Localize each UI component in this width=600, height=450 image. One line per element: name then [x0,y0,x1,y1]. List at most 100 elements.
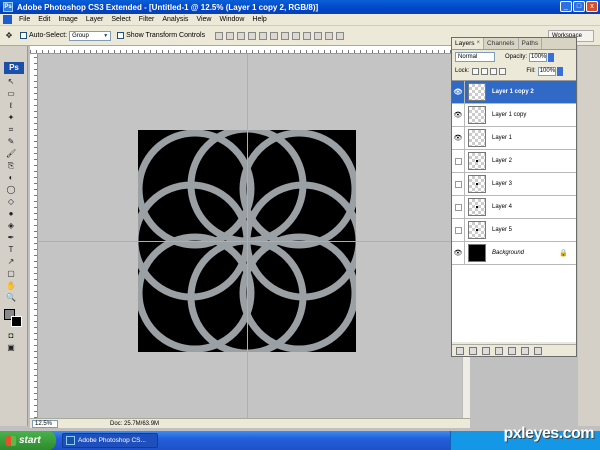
new-group-icon[interactable] [508,346,516,355]
new-layer-icon[interactable] [521,346,529,355]
menu-file[interactable]: File [15,16,34,23]
layer-thumbnail [468,198,486,216]
move-tool-icon[interactable]: ✥ [4,31,14,41]
clone-stamp-tool[interactable]: ⎘ [6,161,16,171]
distribute-hcenter-icon[interactable] [325,31,334,40]
menu-window[interactable]: Window [215,16,248,23]
layer-thumbnail [468,221,486,239]
menu-filter[interactable]: Filter [135,16,159,23]
lasso-tool[interactable]: ℓ [6,101,16,111]
move-tool[interactable]: ↖ [6,77,16,87]
vertical-guide[interactable] [247,54,248,418]
layer-row-layer-5[interactable]: Layer 5 [452,218,576,242]
layer-mask-icon[interactable] [482,346,490,355]
distribute-right-icon[interactable] [336,31,345,40]
maximize-button[interactable]: □ [573,1,585,12]
align-right-icon[interactable] [270,31,279,40]
gradient-tool[interactable]: ◇ [6,197,16,207]
opacity-slider-button[interactable] [548,52,555,62]
fill-input[interactable]: 100% [537,66,556,76]
layer-row-layer-1[interactable]: 👁 Layer 1 [452,126,576,150]
zoom-level-field[interactable]: 12.5% [32,419,58,428]
distribute-vcenter-icon[interactable] [292,31,301,40]
layer-row-layer-2[interactable]: Layer 2 [452,149,576,173]
close-icon[interactable]: × [477,38,481,49]
menu-analysis[interactable]: Analysis [158,16,192,23]
visibility-toggle[interactable] [452,149,465,173]
adjustment-layer-icon[interactable] [495,346,503,355]
eye-icon[interactable]: 👁 [452,241,465,265]
align-top-icon[interactable] [215,31,224,40]
brush-tool[interactable]: 🖌 [6,149,16,159]
canvas-area[interactable] [38,54,462,418]
trash-icon[interactable] [534,346,542,355]
menu-view[interactable]: View [192,16,215,23]
layer-row-background[interactable]: 👁 Background 🔒 [452,241,576,265]
type-tool[interactable]: T [6,245,16,255]
eyedropper-tool[interactable]: ✎ [6,137,16,147]
menu-layer[interactable]: Layer [82,16,108,23]
screen-mode-icon[interactable]: ▣ [6,343,16,353]
eye-icon[interactable]: 👁 [452,80,465,104]
tab-paths[interactable]: Paths [519,38,543,49]
opacity-input[interactable]: 100% [529,52,548,62]
visibility-toggle[interactable] [452,195,465,219]
menu-help[interactable]: Help [248,16,270,23]
minimize-button[interactable]: _ [560,1,572,12]
photoshop-task-icon [66,436,75,445]
lock-position-icon[interactable] [490,67,498,75]
layer-row-layer-1-copy-2[interactable]: 👁 Layer 1 copy 2 [452,80,576,104]
crop-tool[interactable]: ⌗ [6,125,16,135]
lock-transparency-icon[interactable] [472,67,480,75]
eraser-tool[interactable]: ◯ [6,185,16,195]
close-button[interactable]: x [586,1,598,12]
document-size-info[interactable]: Doc: 25.7M/63.9M [110,421,159,427]
align-hcenter-icon[interactable] [259,31,268,40]
tab-layers[interactable]: Layers × [452,38,485,49]
tab-channels[interactable]: Channels [484,38,519,49]
visibility-toggle[interactable] [452,172,465,196]
menu-image[interactable]: Image [54,16,81,23]
shape-tool[interactable]: ▢ [6,269,16,279]
tab-paths-label: Paths [521,40,539,47]
layer-row-layer-4[interactable]: Layer 4 [452,195,576,219]
pen-tool[interactable]: ✒ [6,233,16,243]
dodge-tool[interactable]: ◈ [6,221,16,231]
history-brush-tool[interactable]: ◐ [6,173,16,183]
lock-pixels-icon[interactable] [481,67,489,75]
quick-mask-icon[interactable]: ◘ [6,331,16,341]
zoom-tool[interactable]: 🔍 [6,293,16,303]
link-layers-icon[interactable] [456,346,464,355]
layer-row-layer-3[interactable]: Layer 3 [452,172,576,196]
background-color-swatch[interactable] [11,316,22,327]
eye-icon[interactable]: 👁 [452,126,465,150]
lock-all-icon[interactable] [499,67,507,75]
blend-mode-dropdown[interactable]: Normal [455,52,495,62]
distribute-bottom-icon[interactable] [303,31,312,40]
align-vcenter-icon[interactable] [226,31,235,40]
hand-tool[interactable]: ✋ [6,281,16,291]
magic-wand-tool[interactable]: ✦ [6,113,16,123]
taskbar-photoshop-button[interactable]: Adobe Photoshop CS... [62,433,158,448]
fill-slider-button[interactable] [556,66,563,76]
blur-tool[interactable]: ● [6,209,16,219]
layer-row-layer-1-copy[interactable]: 👁 Layer 1 copy [452,103,576,127]
show-transform-checkbox[interactable] [117,32,125,39]
menu-select[interactable]: Select [107,16,134,23]
layer-style-icon[interactable] [469,346,477,355]
path-selection-tool[interactable]: ↗ [6,257,16,267]
horizontal-guide[interactable] [38,241,462,242]
start-button[interactable]: start [0,431,56,450]
auto-select-checkbox[interactable] [20,32,27,39]
color-swatches[interactable] [4,309,24,329]
auto-select-value: Group [72,32,89,39]
distribute-left-icon[interactable] [314,31,323,40]
visibility-toggle[interactable] [452,218,465,242]
marquee-tool[interactable]: ▭ [6,89,16,99]
auto-select-dropdown[interactable]: Group ▼ [69,30,112,41]
align-left-icon[interactable] [248,31,257,40]
eye-icon[interactable]: 👁 [452,103,465,127]
menu-edit[interactable]: Edit [34,16,54,23]
align-bottom-icon[interactable] [237,31,246,40]
distribute-top-icon[interactable] [281,31,290,40]
